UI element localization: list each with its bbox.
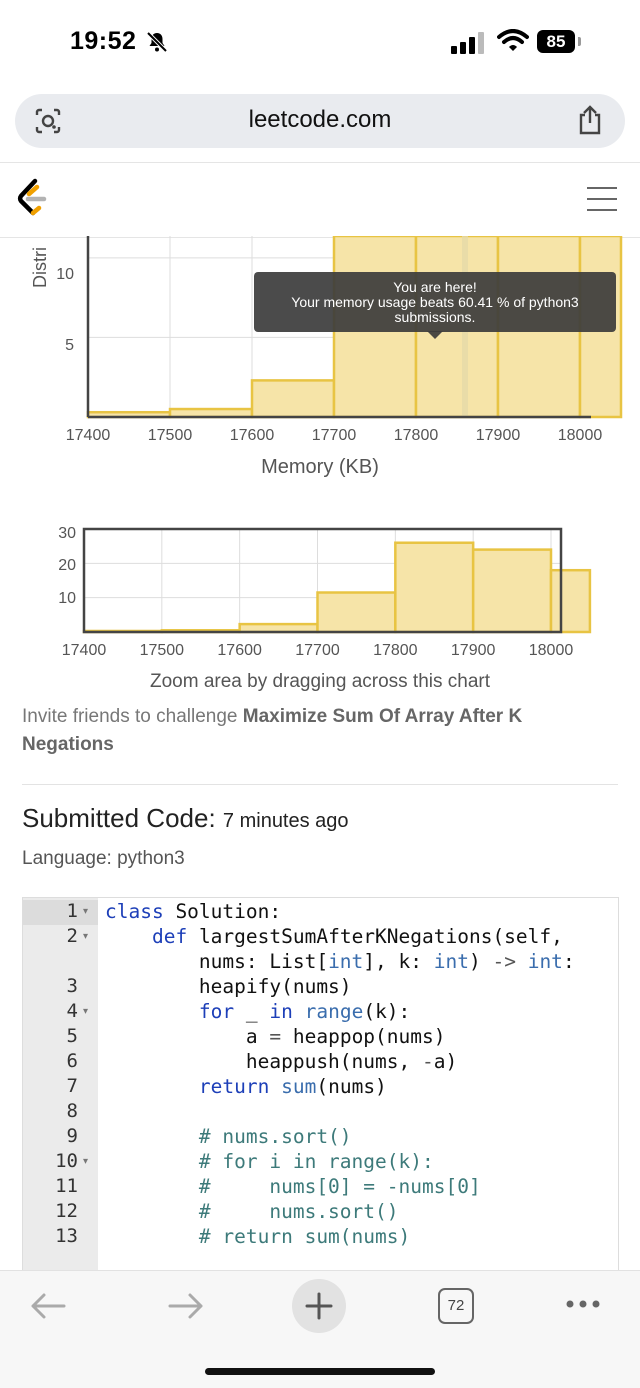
line-number: 1 — [66, 900, 78, 922]
line-number: 7 — [66, 1075, 78, 1097]
code-comment-line[interactable]: # nums.sort() — [105, 1200, 399, 1223]
language-label: Language: python3 — [22, 848, 185, 869]
share-icon[interactable] — [575, 104, 605, 136]
more-options-icon[interactable] — [565, 1299, 601, 1309]
forward-arrow-icon[interactable] — [166, 1291, 206, 1321]
code-line[interactable]: a = heappop(nums) — [105, 1025, 446, 1048]
hamburger-menu-icon[interactable] — [586, 186, 618, 212]
wifi-icon — [497, 29, 529, 51]
line-number: 10 — [55, 1150, 78, 1172]
line-number: 3 — [66, 975, 78, 997]
histogram-bar — [471, 548, 553, 634]
x-tick-label: 17500 — [139, 642, 185, 659]
x-tick-label: 18000 — [557, 427, 603, 444]
x-tick-label: 17700 — [295, 642, 340, 659]
fold-toggle-icon[interactable]: ▾ — [83, 1156, 88, 1167]
code-comment-line[interactable]: # return sum(nums) — [105, 1225, 410, 1248]
code-line[interactable]: for _ in range(k): — [105, 1000, 410, 1023]
x-tick-label: 17800 — [393, 427, 439, 444]
x-tick-label: 17700 — [311, 427, 357, 444]
invite-prefix: Invite friends to challenge — [22, 706, 243, 727]
histogram-bar — [316, 591, 397, 634]
code-line[interactable]: heappush(nums, -a) — [105, 1050, 457, 1073]
x-tick-label: 17800 — [373, 642, 418, 659]
leetcode-logo-icon[interactable] — [15, 177, 49, 219]
code-line[interactable]: return sum(nums) — [105, 1075, 387, 1098]
x-tick-label: 17500 — [147, 427, 193, 444]
battery-tip — [578, 37, 581, 46]
line-number: 8 — [66, 1100, 78, 1122]
x-axis-label: Memory (KB) — [261, 456, 379, 478]
fold-toggle-icon[interactable]: ▾ — [83, 931, 88, 942]
home-indicator — [205, 1368, 435, 1375]
new-tab-button[interactable] — [292, 1279, 346, 1333]
cellular-signal-icon — [451, 32, 484, 54]
x-tick-label: 18000 — [528, 642, 574, 659]
url-text[interactable]: leetcode.com — [15, 94, 625, 148]
invite-text: Invite friends to challenge Maximize Sum… — [22, 703, 602, 759]
zoom-hint: Zoom area by dragging across this chart — [149, 671, 491, 692]
x-tick-label: 17900 — [450, 642, 496, 659]
memory-tooltip: You are here! Your memory usage beats 60… — [254, 272, 616, 332]
x-tick-label: 17600 — [217, 642, 262, 659]
code-line[interactable]: heapify(nums) — [105, 975, 352, 998]
histogram-bar — [250, 379, 336, 419]
y-tick-label: 20 — [58, 557, 76, 574]
y-tick-label: 30 — [58, 525, 76, 542]
code-editor[interactable]: 1 ▾ 2 ▾ 3 4 ▾ 5 6 7 8 9 10 ▾ 11 12 13 class Solution: de… — [22, 897, 619, 1276]
histogram-bar — [394, 541, 475, 634]
code-line[interactable]: nums: List[int], k: int) -> int: — [105, 950, 575, 973]
tooltip-line: You are here! — [393, 279, 477, 295]
line-number: 6 — [66, 1050, 78, 1072]
y-tick-label: 10 — [58, 590, 76, 607]
histogram-bar — [549, 568, 592, 634]
line-number: 2 — [66, 925, 78, 947]
status-bar: 19:52 85 — [0, 0, 640, 86]
browser-toolbar: 72 — [0, 1270, 640, 1388]
line-number: 13 — [55, 1225, 78, 1247]
site-header — [0, 162, 640, 238]
y-tick-label: 10 — [56, 266, 74, 283]
x-tick-label: 17400 — [61, 642, 107, 659]
clock-time: 19:52 — [70, 27, 137, 55]
line-number: 11 — [55, 1175, 78, 1197]
code-line[interactable]: class Solution: — [105, 900, 281, 923]
submitted-title: Submitted Code: — [22, 803, 216, 833]
tab-switcher-button[interactable]: 72 — [438, 1288, 474, 1324]
line-number: 4 — [66, 1000, 78, 1022]
fold-toggle-icon[interactable]: ▾ — [83, 1006, 88, 1017]
tooltip-line: Your memory usage beats 60.41 % of pytho… — [291, 294, 579, 310]
address-bar[interactable]: leetcode.com — [15, 94, 625, 148]
code-comment-line[interactable]: # nums.sort() — [105, 1125, 352, 1148]
line-number: 12 — [55, 1200, 78, 1222]
line-number: 5 — [66, 1025, 78, 1047]
battery-level: 85 — [537, 30, 575, 53]
divider — [22, 784, 618, 785]
submitted-code-heading: Submitted Code: 7 minutes ago — [22, 803, 349, 834]
tooltip-line: submissions. — [394, 309, 476, 325]
y-tick-label: 5 — [65, 337, 74, 354]
x-tick-label: 17400 — [65, 427, 111, 444]
main-chart-plot[interactable] — [0, 236, 640, 451]
back-arrow-icon[interactable] — [28, 1291, 68, 1321]
code-comment-line[interactable]: # nums[0] = -nums[0] — [105, 1175, 481, 1198]
memory-distribution-chart[interactable]: Distri — [0, 236, 640, 451]
fold-toggle-icon[interactable]: ▾ — [83, 906, 88, 917]
plus-icon — [305, 1292, 333, 1320]
bell-muted-icon — [146, 31, 168, 53]
submitted-time: 7 minutes ago — [222, 810, 349, 832]
x-tick-label: 17600 — [229, 427, 275, 444]
line-number: 9 — [66, 1125, 78, 1147]
zoom-navigator-chart[interactable] — [0, 520, 640, 640]
code-line[interactable]: def largestSumAfterKNegations(self, — [105, 925, 563, 948]
tooltip-arrow — [427, 331, 443, 339]
x-tick-label: 17900 — [475, 427, 521, 444]
code-comment-line[interactable]: # for i in range(k): — [105, 1150, 434, 1173]
